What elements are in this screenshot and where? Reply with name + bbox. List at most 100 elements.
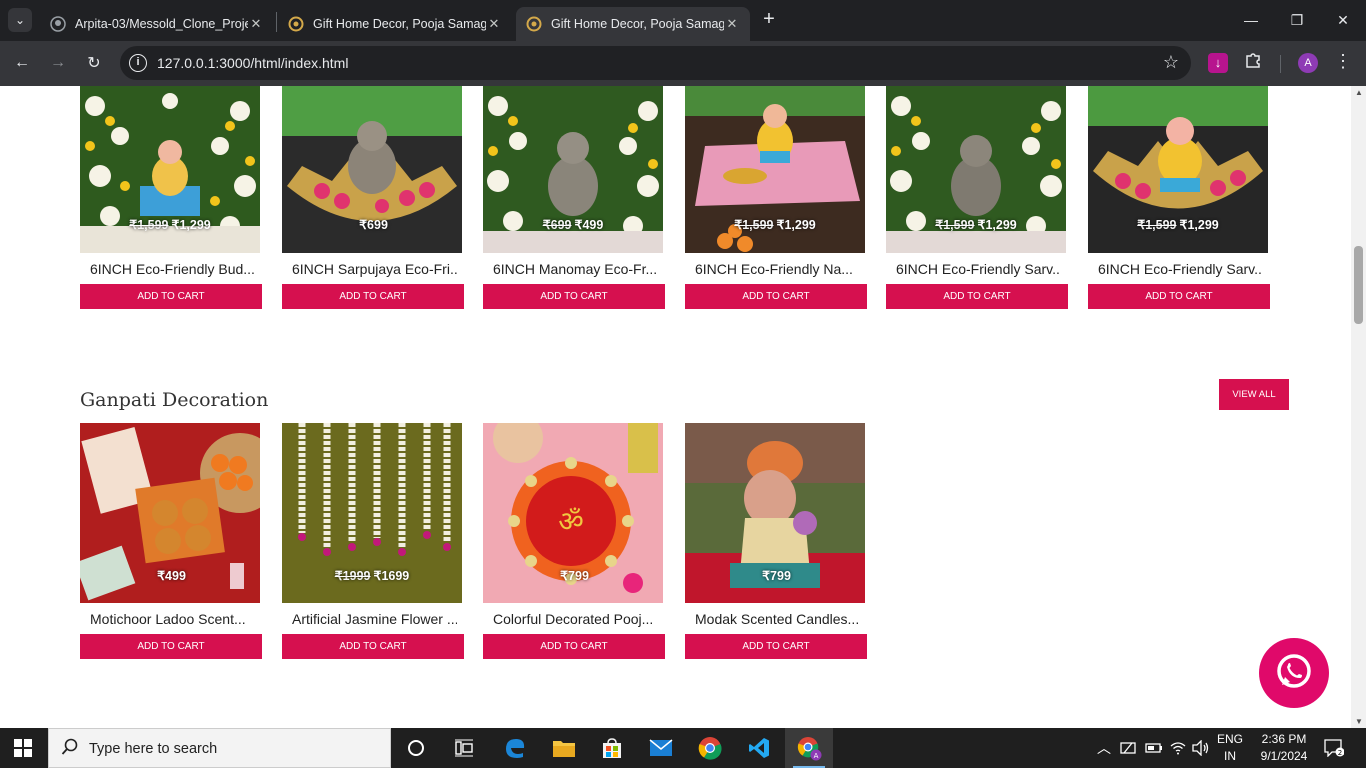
current-price: ₹699 — [359, 218, 388, 232]
product-image[interactable]: ₹699 — [282, 86, 462, 253]
product-name[interactable]: Motichoor Ladoo Scent... — [90, 611, 255, 627]
add-to-cart-button[interactable]: ADD TO CART — [483, 634, 665, 659]
notification-icon: 2 — [1324, 739, 1344, 757]
view-all-button[interactable]: VIEW ALL — [1219, 379, 1289, 410]
taskbar-search-box[interactable]: Type here to search — [48, 728, 391, 768]
product-image[interactable]: ₹799 — [685, 423, 865, 603]
edge-taskbar-button[interactable] — [491, 728, 539, 768]
product-card[interactable]: ₹799 Modak Scented Candles... ADD TO CAR… — [685, 423, 867, 659]
arrow-right-icon: → — [50, 54, 66, 71]
site-info-icon[interactable]: i — [129, 54, 147, 72]
download-extension-icon[interactable]: ↓ — [1208, 53, 1228, 73]
new-tab-button[interactable]: + — [758, 8, 780, 32]
add-to-cart-button[interactable]: ADD TO CART — [886, 284, 1068, 309]
store-taskbar-button[interactable] — [588, 728, 636, 768]
product-card[interactable]: ₹1,599 ₹1,299 6INCH Eco-Friendly Na... AD… — [685, 86, 867, 309]
product-image[interactable]: ₹499 — [80, 423, 260, 603]
add-to-cart-button[interactable]: ADD TO CART — [483, 284, 665, 309]
product-name[interactable]: 6INCH Sarpujaya Eco-Fri... — [292, 261, 457, 277]
taskbar-clock[interactable]: 2:36 PM 9/1/2024 — [1252, 731, 1316, 765]
scroll-down-icon[interactable]: ▼ — [1355, 717, 1363, 726]
url-text[interactable]: 127.0.0.1:3000/html/index.html — [157, 55, 348, 71]
tab-gift-home-decor-active[interactable]: Gift Home Decor, Pooja Samagri ✕ — [516, 7, 750, 41]
restore-button[interactable]: ❐ — [1274, 0, 1320, 40]
product-image[interactable]: ₹699 ₹499 — [483, 86, 663, 253]
close-icon[interactable]: ✕ — [248, 16, 264, 32]
windows-start-button[interactable] — [14, 739, 32, 762]
old-price: ₹1,599 — [935, 218, 975, 232]
scrollbar-thumb[interactable] — [1354, 246, 1363, 324]
forward-button[interactable]: → — [44, 49, 72, 77]
close-icon[interactable]: ✕ — [486, 16, 502, 32]
product-name[interactable]: 6INCH Eco-Friendly Sarv... — [1098, 261, 1263, 277]
product-card[interactable]: ₹1,599 ₹1,299 6INCH Eco-Friendly Bud... A… — [80, 86, 262, 309]
svg-text:2: 2 — [1338, 749, 1342, 757]
product-name[interactable]: Modak Scented Candles... — [695, 611, 860, 627]
file-explorer-taskbar-button[interactable] — [540, 728, 588, 768]
mail-icon — [649, 739, 673, 756]
extensions-puzzle-icon[interactable] — [1244, 51, 1262, 74]
add-to-cart-button[interactable]: ADD TO CART — [685, 634, 867, 659]
minimize-button[interactable]: — — [1228, 0, 1274, 40]
product-card[interactable]: ॐ ₹799 Colorful Decorated Pooj... ADD TO… — [483, 423, 665, 659]
product-card[interactable]: ₹699 ₹499 6INCH Manomay Eco-Fr... ADD TO … — [483, 86, 665, 309]
mail-taskbar-button[interactable] — [637, 728, 685, 768]
tab-search-button[interactable]: ⌄ — [8, 8, 32, 32]
cortana-button[interactable] — [392, 728, 440, 768]
product-card[interactable]: ₹699 6INCH Sarpujaya Eco-Fri... ADD TO C… — [282, 86, 464, 309]
back-button[interactable]: ← — [8, 49, 36, 77]
product-name[interactable]: Colorful Decorated Pooj... — [493, 611, 658, 627]
product-image[interactable]: ₹1,599 ₹1,299 — [1088, 86, 1268, 253]
tab-gift-home-decor[interactable]: Gift Home Decor, Pooja Samagri ✕ — [278, 7, 512, 41]
scroll-up-icon[interactable]: ▲ — [1355, 88, 1363, 97]
product-card[interactable]: ₹1,599 ₹1,299 6INCH Eco-Friendly Sarv... … — [886, 86, 1068, 309]
profile-avatar[interactable]: A — [1298, 53, 1318, 73]
product-image[interactable]: ॐ ₹799 — [483, 423, 663, 603]
add-to-cart-button[interactable]: ADD TO CART — [282, 634, 464, 659]
product-name[interactable]: 6INCH Eco-Friendly Sarv... — [896, 261, 1061, 277]
add-to-cart-button[interactable]: ADD TO CART — [282, 284, 464, 309]
old-price: ₹699 — [542, 218, 572, 232]
product-image[interactable]: ₹1,599 ₹1,299 — [685, 86, 865, 253]
kebab-menu-icon[interactable]: ⋮ — [1334, 51, 1352, 72]
battery-icon[interactable] — [1145, 728, 1163, 768]
product-name[interactable]: 6INCH Eco-Friendly Bud... — [90, 261, 255, 277]
product-card[interactable]: ₹499 Motichoor Ladoo Scent... ADD TO CAR… — [80, 423, 262, 659]
windows-taskbar: Type here to search A ︿ ENG IN 2:36 PM 9… — [0, 728, 1366, 768]
window-close-button[interactable]: ✕ — [1320, 0, 1366, 40]
svg-text:A: A — [814, 752, 819, 760]
task-view-button[interactable] — [440, 728, 488, 768]
product-card[interactable]: ₹1,599 ₹1,299 6INCH Eco-Friendly Sarv... … — [1088, 86, 1270, 309]
product-card[interactable]: ₹1999 ₹1699 Artificial Jasmine Flower ...… — [282, 423, 464, 659]
network-status-icon[interactable] — [1120, 728, 1136, 768]
reload-button[interactable]: ↻ — [80, 49, 108, 77]
show-hidden-icons-button[interactable]: ︿ — [1097, 728, 1111, 768]
tab-github[interactable]: Arpita-03/Messold_Clone_Proje ✕ — [40, 7, 274, 41]
bookmark-star-icon[interactable]: ☆ — [1163, 52, 1179, 73]
close-icon[interactable]: ✕ — [724, 16, 740, 32]
add-to-cart-button[interactable]: ADD TO CART — [685, 284, 867, 309]
product-name[interactable]: 6INCH Eco-Friendly Na... — [695, 261, 860, 277]
product-name[interactable]: Artificial Jasmine Flower ... — [292, 611, 457, 627]
notifications-button[interactable]: 2 — [1324, 728, 1344, 768]
reload-icon: ↻ — [87, 55, 101, 72]
vscode-icon — [749, 738, 769, 758]
add-to-cart-button[interactable]: ADD TO CART — [1088, 284, 1270, 309]
product-image[interactable]: ₹1,599 ₹1,299 — [80, 86, 260, 253]
product-image[interactable]: ₹1999 ₹1699 — [282, 423, 462, 603]
vscode-taskbar-button[interactable] — [735, 728, 783, 768]
add-to-cart-button[interactable]: ADD TO CART — [80, 284, 262, 309]
address-bar[interactable]: i 127.0.0.1:3000/html/index.html ☆ — [120, 46, 1191, 80]
chrome-profile-taskbar-button[interactable]: A — [785, 728, 833, 768]
product-name[interactable]: 6INCH Manomay Eco-Fr... — [493, 261, 658, 277]
current-price: ₹499 — [157, 569, 186, 583]
volume-icon[interactable] — [1192, 728, 1210, 768]
product-image[interactable]: ₹1,599 ₹1,299 — [886, 86, 1066, 253]
whatsapp-chat-button[interactable] — [1259, 638, 1329, 708]
current-price: ₹1,299 — [977, 218, 1017, 232]
input-language-indicator[interactable]: ENG IN — [1217, 731, 1243, 765]
chrome-taskbar-button[interactable] — [686, 728, 734, 768]
wifi-icon[interactable] — [1170, 728, 1186, 768]
add-to-cart-button[interactable]: ADD TO CART — [80, 634, 262, 659]
page-scrollbar[interactable]: ▲ ▼ — [1351, 86, 1366, 728]
